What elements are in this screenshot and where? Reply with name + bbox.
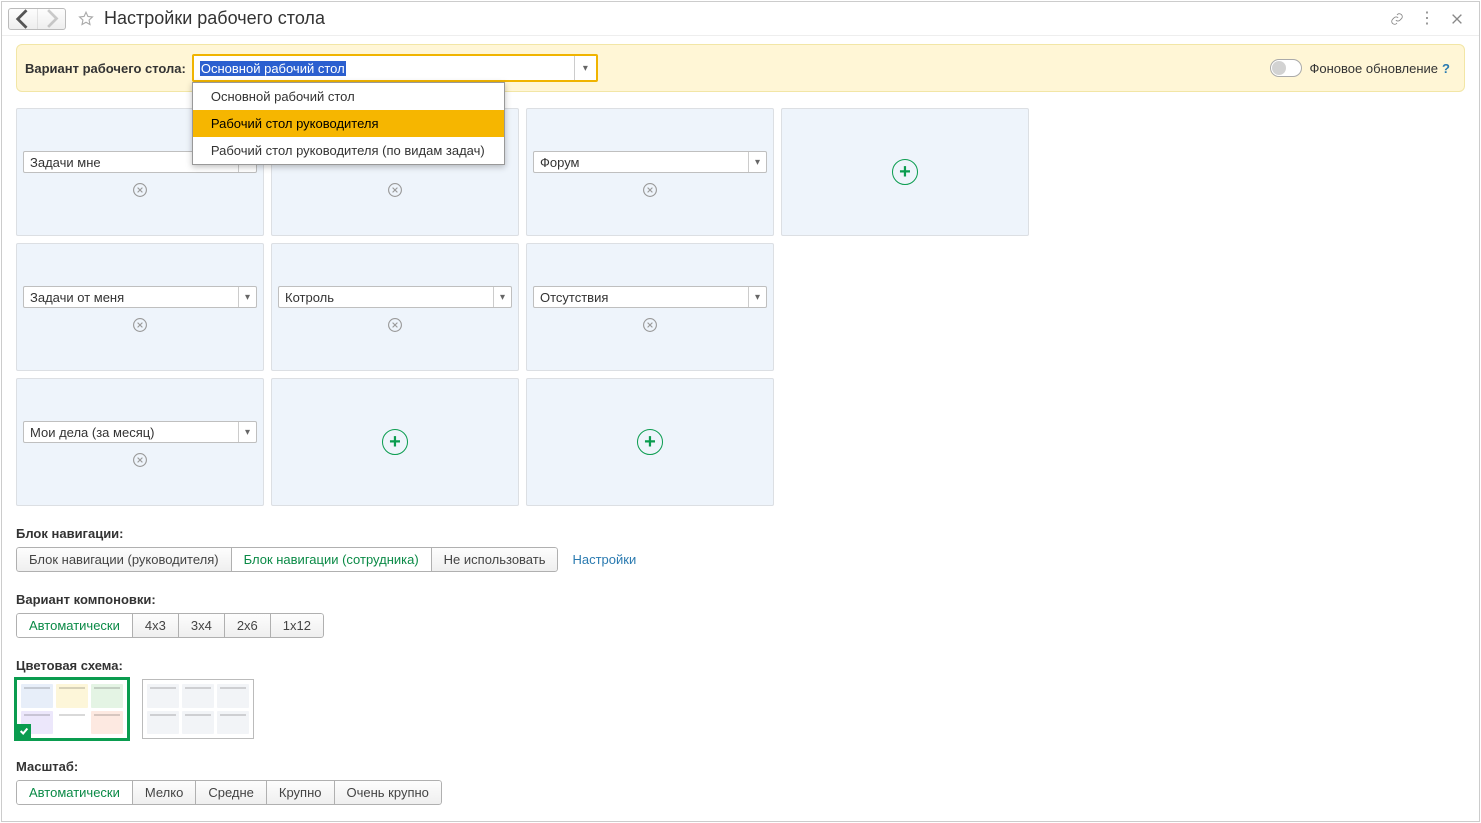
tile: + (526, 378, 774, 506)
tile-select-value: Форум (534, 152, 748, 172)
tile: Форум▾ (526, 108, 774, 236)
favorite-star-icon[interactable] (76, 9, 96, 29)
segment-button[interactable]: Мелко (132, 780, 196, 805)
tile-select-value: Задачи от меня (24, 287, 238, 307)
tile-select-dropdown-button[interactable]: ▾ (748, 152, 766, 172)
check-icon (17, 724, 31, 738)
layout-variant-label: Вариант компоновки: (16, 592, 1465, 607)
variant-option[interactable]: Рабочий стол руководителя (по видам зада… (193, 137, 504, 164)
tile-remove-button[interactable] (131, 181, 149, 199)
page-title: Настройки рабочего стола (104, 8, 325, 29)
tile-empty (781, 378, 1029, 506)
color-scheme-label: Цветовая схема: (16, 658, 1465, 673)
segment-button[interactable]: Средне (195, 780, 267, 805)
more-menu-icon[interactable]: ⋮ (1415, 7, 1439, 31)
variant-select-input[interactable]: Основной рабочий стол (194, 56, 574, 80)
variant-label: Вариант рабочего стола: (25, 61, 186, 76)
nav-settings-link[interactable]: Настройки (572, 552, 636, 567)
tile-remove-button[interactable] (641, 316, 659, 334)
tile-select[interactable]: Задачи от меня▾ (23, 286, 257, 308)
app-frame: Настройки рабочего стола ⋮ Вариант рабоч… (1, 1, 1480, 822)
tile-select-dropdown-button[interactable]: ▾ (238, 422, 256, 442)
variant-select-value: Основной рабочий стол (200, 61, 346, 76)
tile: + (271, 378, 519, 506)
nav-buttons (8, 8, 66, 30)
segment-button[interactable]: Блок навигации (сотрудника) (231, 547, 432, 572)
nav-block-label: Блок навигации: (16, 526, 1465, 541)
variant-option[interactable]: Рабочий стол руководителя (193, 110, 504, 137)
variant-option[interactable]: Основной рабочий стол (193, 83, 504, 110)
segment-button[interactable]: Очень крупно (334, 780, 442, 805)
help-icon[interactable]: ? (1442, 61, 1450, 76)
tile-select-dropdown-button[interactable]: ▾ (238, 287, 256, 307)
tile-remove-button[interactable] (131, 451, 149, 469)
tile-select-value: Мои дела (за месяц) (24, 422, 238, 442)
variant-dropdown-list: Основной рабочий столРабочий стол руково… (192, 82, 505, 165)
tile: Задачи от меня▾ (16, 243, 264, 371)
tile-remove-button[interactable] (386, 181, 404, 199)
bg-update-label: Фоновое обновление (1310, 61, 1439, 76)
segment-button[interactable]: 4x3 (132, 613, 179, 638)
segment-button[interactable]: 1x12 (270, 613, 324, 638)
tile-remove-button[interactable] (131, 316, 149, 334)
tile-select[interactable]: Мои дела (за месяц)▾ (23, 421, 257, 443)
segment-button[interactable]: Не использовать (431, 547, 559, 572)
scale-group: АвтоматическиМелкоСреднеКрупноОчень круп… (16, 780, 442, 805)
link-icon[interactable] (1385, 7, 1409, 31)
tile: Мои дела (за месяц)▾ (16, 378, 264, 506)
close-icon[interactable] (1445, 7, 1469, 31)
segment-button[interactable]: Крупно (266, 780, 335, 805)
segment-button[interactable]: 2x6 (224, 613, 271, 638)
toggle-knob (1272, 61, 1286, 75)
forward-button[interactable] (37, 9, 65, 29)
segment-button[interactable]: Блок навигации (руководителя) (16, 547, 232, 572)
color-scheme-gray[interactable] (142, 679, 254, 739)
tile-add-button[interactable]: + (637, 429, 663, 455)
tile-select[interactable]: Котроль▾ (278, 286, 512, 308)
layout-variant-group: Автоматически4x33x42x61x12 (16, 613, 324, 638)
tile-select-value: Отсутствия (534, 287, 748, 307)
tile-select[interactable]: Отсутствия▾ (533, 286, 767, 308)
tile-remove-button[interactable] (641, 181, 659, 199)
tile-select-value: Котроль (279, 287, 493, 307)
variant-banner: Вариант рабочего стола: Основной рабочий… (16, 44, 1465, 92)
variant-select[interactable]: Основной рабочий стол ▾ Основной рабочий… (192, 54, 598, 82)
tile: Котроль▾ (271, 243, 519, 371)
color-scheme-row (16, 679, 1465, 739)
color-scheme-colored[interactable] (16, 679, 128, 739)
tile: + (781, 108, 1029, 236)
scale-label: Масштаб: (16, 759, 1465, 774)
segment-button[interactable]: Автоматически (16, 613, 133, 638)
variant-dropdown-button[interactable]: ▾ (574, 56, 596, 80)
tile-empty (781, 243, 1029, 371)
back-button[interactable] (9, 9, 37, 29)
bg-update-toggle[interactable] (1270, 59, 1302, 77)
tile-select-dropdown-button[interactable]: ▾ (493, 287, 511, 307)
tiles-grid: Задачи мне▾Форум▾+Задачи от меня▾Котроль… (16, 108, 1465, 506)
segment-button[interactable]: 3x4 (178, 613, 225, 638)
tile-add-button[interactable]: + (382, 429, 408, 455)
header-bar: Настройки рабочего стола ⋮ (2, 2, 1479, 36)
tile: Отсутствия▾ (526, 243, 774, 371)
tile-remove-button[interactable] (386, 316, 404, 334)
segment-button[interactable]: Автоматически (16, 780, 133, 805)
content-area: Задачи мне▾Форум▾+Задачи от меня▾Котроль… (2, 92, 1479, 819)
tile-add-button[interactable]: + (892, 159, 918, 185)
tile-select-dropdown-button[interactable]: ▾ (748, 287, 766, 307)
tile-select[interactable]: Форум▾ (533, 151, 767, 173)
nav-block-group: Блок навигации (руководителя)Блок навига… (16, 547, 558, 572)
